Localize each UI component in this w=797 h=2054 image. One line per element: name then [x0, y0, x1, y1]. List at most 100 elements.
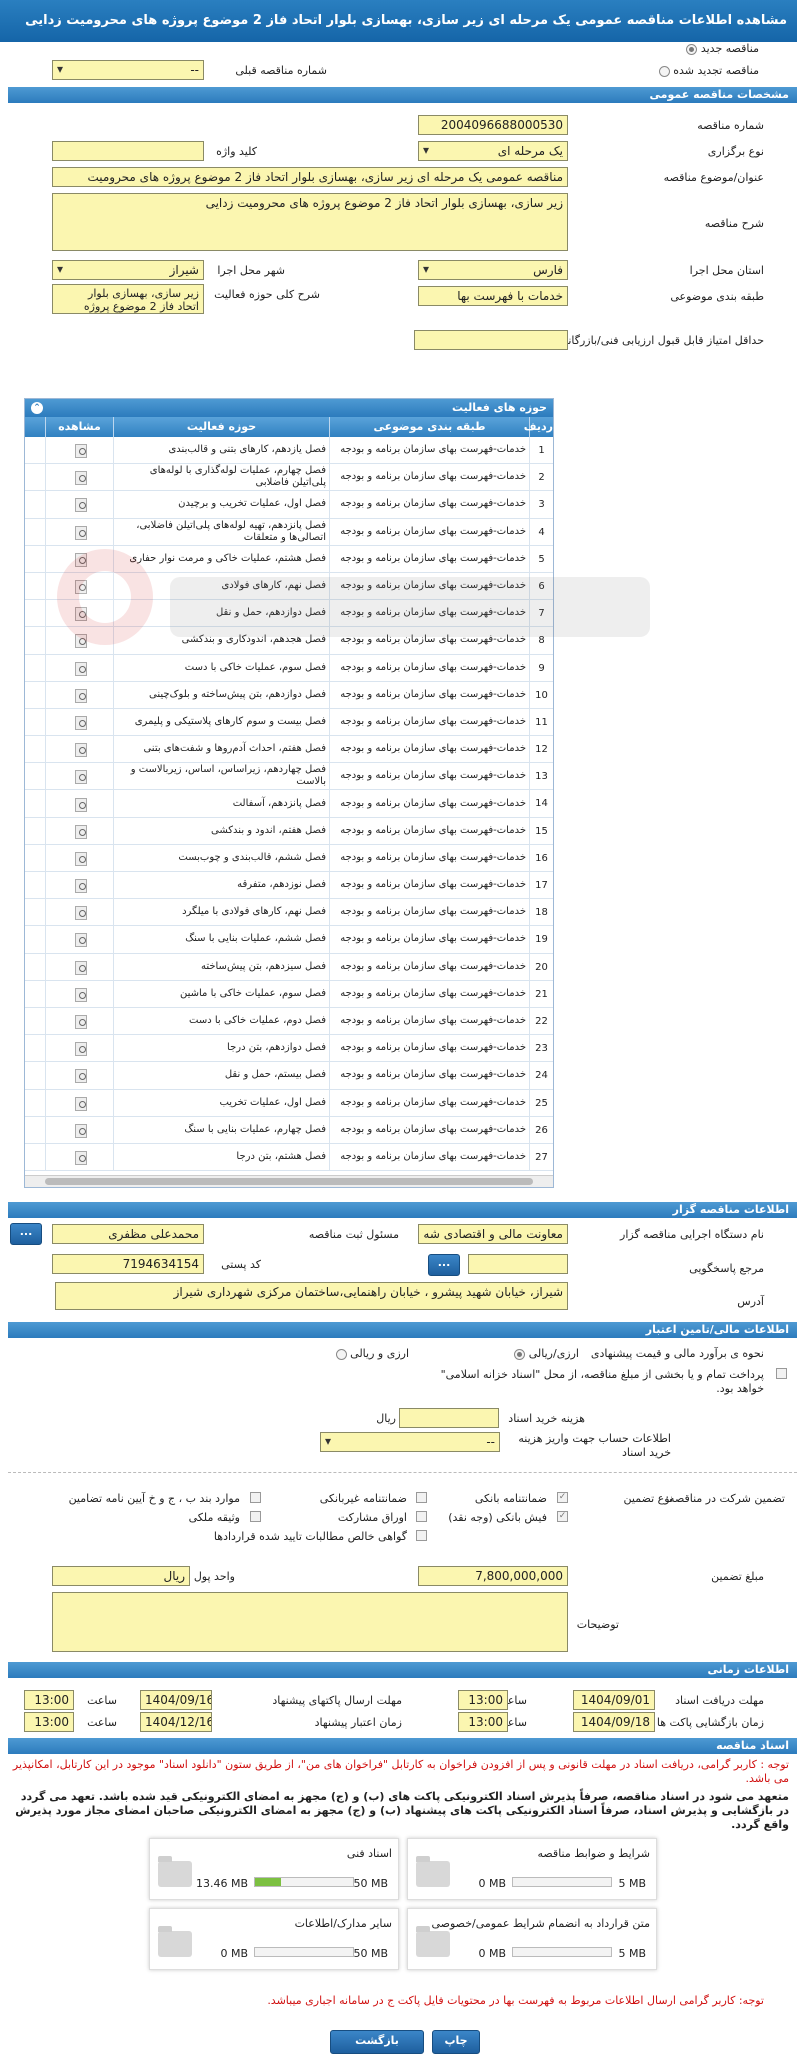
doc-cost-field[interactable] — [399, 1408, 499, 1428]
view-icon[interactable] — [72, 579, 88, 595]
view-icon[interactable] — [72, 769, 88, 785]
row-view[interactable] — [45, 1143, 113, 1171]
send-deadline-date[interactable]: 1404/09/16 — [140, 1690, 212, 1710]
row-view[interactable] — [45, 1007, 113, 1035]
view-icon[interactable] — [72, 1150, 88, 1165]
category-field[interactable]: خدمات با فهرست بها — [418, 286, 568, 306]
prev-tender-select[interactable]: -- — [52, 60, 204, 80]
g-nonbank-checkbox[interactable] — [416, 1492, 427, 1503]
radio-renewed-tender[interactable]: مناقصه تجدید شده — [658, 64, 759, 77]
account-select[interactable]: -- — [320, 1432, 500, 1452]
row-view[interactable] — [45, 817, 113, 844]
row-view[interactable] — [45, 1116, 113, 1143]
validity-time[interactable]: 13:00 — [24, 1712, 74, 1732]
g-items-checkbox[interactable] — [250, 1492, 261, 1503]
g-bank-checkbox[interactable]: ✓ — [557, 1492, 568, 1503]
city-select[interactable]: شیراز — [52, 260, 204, 280]
estimate-option-1-radio[interactable] — [514, 1348, 526, 1360]
row-view[interactable] — [45, 763, 113, 790]
validity-date[interactable]: 1404/12/16 — [140, 1712, 212, 1732]
view-icon[interactable] — [72, 905, 88, 921]
row-view[interactable] — [45, 1035, 113, 1062]
row-view[interactable] — [45, 790, 113, 817]
view-icon[interactable] — [72, 1123, 88, 1138]
keyword-field[interactable] — [52, 141, 204, 161]
view-icon[interactable] — [72, 878, 88, 894]
estimate-option-2-radio[interactable] — [335, 1348, 347, 1360]
view-icon[interactable] — [72, 797, 88, 812]
subject-field[interactable]: مناقصه عمومی یک مرحله ای زیر سازی، بهساز… — [52, 167, 568, 187]
g-property-checkbox[interactable] — [250, 1511, 261, 1522]
type-select[interactable]: یک مرحله ای — [418, 141, 568, 161]
view-icon[interactable] — [72, 661, 88, 676]
row-view[interactable] — [45, 437, 113, 464]
row-view[interactable] — [45, 899, 113, 926]
open-time[interactable]: 13:00 — [458, 1712, 508, 1732]
amount-field[interactable]: 7,800,000,000 — [418, 1566, 568, 1586]
row-view[interactable] — [45, 953, 113, 980]
view-icon[interactable] — [72, 932, 88, 948]
min-score-field[interactable] — [414, 330, 568, 350]
g-receivables-checkbox[interactable] — [416, 1530, 427, 1541]
activity-desc-field[interactable]: زیر سازی، بهسازی بلوار اتحاد فاز 2 موضوع… — [52, 284, 204, 314]
view-icon[interactable] — [72, 688, 88, 703]
row-view[interactable] — [45, 572, 113, 600]
responsible-lookup-button[interactable]: ... — [10, 1223, 42, 1245]
view-icon[interactable] — [72, 1014, 88, 1030]
row-view[interactable] — [45, 464, 113, 491]
estimate-option-2[interactable]: ارزی و ریالی — [335, 1347, 409, 1360]
row-view[interactable] — [45, 654, 113, 681]
row-view[interactable] — [45, 708, 113, 736]
view-icon[interactable] — [72, 715, 88, 730]
org-field[interactable]: معاونت مالی و اقتصادی شه — [418, 1224, 568, 1244]
back-button[interactable]: بازگشت — [330, 2030, 424, 2054]
view-icon[interactable] — [72, 606, 88, 622]
row-view[interactable] — [45, 627, 113, 654]
view-icon[interactable] — [72, 1041, 88, 1057]
document-file-panel[interactable]: متن قرارداد به انضمام شرایط عمومی/خصوصی 5… — [407, 1908, 657, 1970]
view-icon[interactable] — [72, 633, 88, 649]
description-field[interactable]: زیر سازی، بهسازی بلوار اتحاد فاز 2 موضوع… — [52, 193, 568, 251]
view-icon[interactable] — [72, 1068, 88, 1084]
document-file-panel[interactable]: سایر مدارک/اطلاعات 50 MB 0 MB — [149, 1908, 399, 1970]
row-view[interactable] — [45, 491, 113, 518]
g-bonds-checkbox[interactable] — [416, 1511, 427, 1522]
view-icon[interactable] — [72, 497, 88, 513]
responsible-field[interactable]: محمدعلی مظفری — [52, 1224, 204, 1244]
currency-field[interactable]: ریال — [52, 1566, 190, 1586]
row-view[interactable] — [45, 600, 113, 627]
row-view[interactable] — [45, 736, 113, 763]
grid-horizontal-scrollbar[interactable] — [25, 1175, 553, 1187]
radio-new-indicator[interactable] — [686, 43, 698, 55]
row-view[interactable] — [45, 1062, 113, 1089]
view-icon[interactable] — [72, 824, 88, 839]
payment-note-checkbox[interactable] — [776, 1368, 787, 1379]
g-cash-checkbox[interactable]: ✓ — [557, 1511, 568, 1522]
view-icon[interactable] — [72, 960, 88, 975]
document-file-panel[interactable]: اسناد فنی 50 MB 13.46 MB — [149, 1838, 399, 1900]
address-field[interactable]: شیراز، خیابان شهید پیشرو ، خیابان راهنما… — [55, 1282, 568, 1310]
view-icon[interactable] — [72, 443, 88, 459]
receive-deadline-time[interactable]: 13:00 — [458, 1690, 508, 1710]
scrollbar-thumb[interactable] — [45, 1178, 533, 1185]
row-view[interactable] — [45, 681, 113, 708]
row-view[interactable] — [45, 980, 113, 1007]
view-icon[interactable] — [72, 742, 88, 758]
estimate-option-1[interactable]: ارزی/ریالی — [514, 1347, 579, 1360]
document-file-panel[interactable]: شرایط و ضوابط مناقصه 5 MB 0 MB — [407, 1838, 657, 1900]
row-view[interactable] — [45, 1089, 113, 1116]
row-view[interactable] — [45, 518, 113, 545]
row-view[interactable] — [45, 926, 113, 953]
tender-number-field[interactable]: 2004096688000530 — [418, 115, 568, 135]
view-icon[interactable] — [72, 1096, 88, 1111]
view-icon[interactable] — [72, 552, 88, 567]
open-date[interactable]: 1404/09/18 — [573, 1712, 655, 1732]
notes-field[interactable] — [52, 1592, 568, 1652]
send-deadline-time[interactable]: 13:00 — [24, 1690, 74, 1710]
print-button[interactable]: چاپ — [432, 2030, 480, 2054]
view-icon[interactable] — [72, 987, 88, 1002]
view-icon[interactable] — [72, 525, 88, 540]
row-view[interactable] — [45, 872, 113, 899]
ref-field[interactable] — [468, 1254, 568, 1274]
view-icon[interactable] — [72, 851, 88, 866]
